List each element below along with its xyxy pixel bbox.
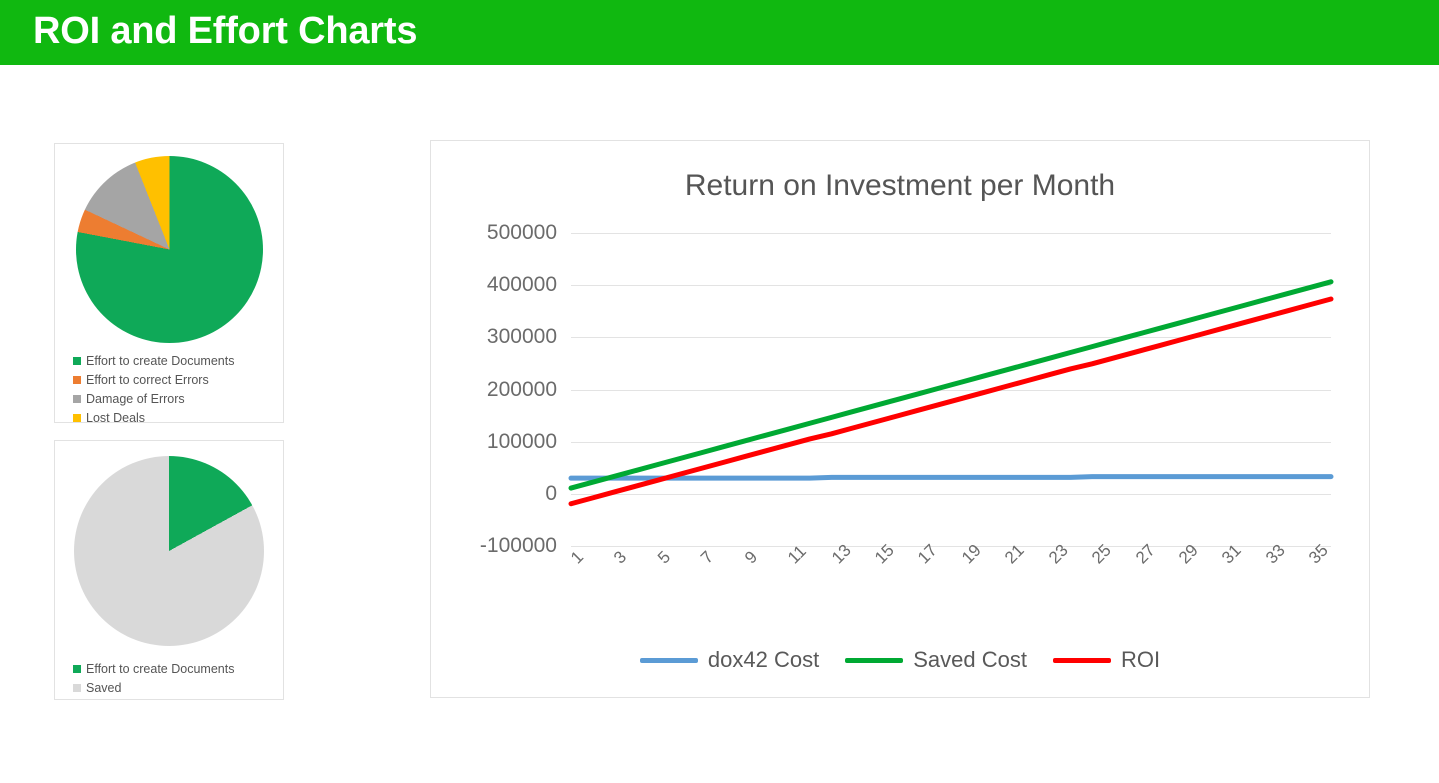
legend-item-saved-cost: Saved Cost [845, 647, 1027, 673]
y-axis-tick-label: 300000 [486, 325, 557, 349]
page-header-bar: ROI and Effort Charts [0, 0, 1439, 65]
page-title: ROI and Effort Charts [33, 10, 418, 52]
roi-line-chart-panel: Return on Investment per Month 500000 400… [430, 140, 1370, 698]
pie-chart-container-two [55, 456, 283, 646]
legend-item: Effort to correct Errors [73, 370, 275, 389]
gridline [571, 546, 1331, 547]
legend-item-roi: ROI [1052, 647, 1161, 673]
y-axis-tick-label: -100000 [479, 534, 557, 557]
savings-pie-chart [74, 456, 264, 646]
legend-item-label: Effort to create Documents [86, 353, 235, 368]
legend-item-label: dox42 Cost [707, 647, 820, 672]
legend-swatch-icon [73, 683, 81, 692]
savings-pie-panel: Effort to create Documents Saved [54, 440, 284, 700]
pie-chart-container-one [55, 156, 283, 343]
chart-legend: dox42 Cost Saved Cost ROI [431, 647, 1369, 673]
legend-swatch-icon [73, 664, 81, 673]
legend-item: Saved [73, 678, 275, 697]
y-axis-tick-label: 200000 [486, 377, 557, 401]
x-axis-tick-label: 5 [653, 547, 674, 568]
legend-line-icon [1052, 657, 1111, 663]
legend-swatch-icon [73, 356, 81, 365]
y-axis-tick-label: 500000 [486, 221, 557, 244]
series-line-saved-cost [568, 279, 1334, 491]
x-axis-tick-label: 1 [567, 547, 588, 568]
legend-item: Effort to create Documents [73, 351, 275, 370]
legend-item-label: Effort to correct Errors [86, 372, 209, 387]
chart-title: Return on Investment per Month [684, 169, 1116, 202]
legend-item: Effort to create Documents [73, 659, 275, 678]
legend-item-label: Effort to create Documents [86, 661, 235, 676]
chart-series-lines [568, 279, 1334, 507]
series-line-dox42-cost [568, 474, 1334, 481]
series-line-roi [568, 296, 1334, 507]
pie-two-legend: Effort to create Documents Saved [73, 659, 275, 697]
legend-swatch-icon [73, 413, 81, 422]
x-axis-tick-label: 9 [740, 547, 761, 568]
effort-breakdown-pie-panel: Effort to create Documents Effort to cor… [54, 143, 284, 425]
x-axis-tick-label: 7 [697, 547, 718, 568]
x-axis-tick-label: 3 [610, 547, 631, 568]
legend-swatch-icon [73, 394, 81, 403]
legend-item-label: Lost Deals [86, 410, 146, 425]
chart-plot-area: 500000 400000 300000 200000 100000 0 -100000 1… [480, 221, 1334, 567]
legend-item: Damage of Errors [73, 389, 275, 408]
legend-item-label: Saved Cost [913, 647, 1027, 672]
legend-item-label: ROI [1120, 647, 1161, 672]
legend-item: Lost Deals [73, 408, 275, 427]
pie-one-legend: Effort to create Documents Effort to cor… [73, 351, 275, 427]
y-axis-tick-label: 400000 [486, 273, 557, 297]
legend-line-icon [639, 657, 698, 663]
y-axis-tick-label: 100000 [486, 429, 557, 453]
legend-line-icon [845, 657, 904, 663]
y-axis-tick-label: 0 [545, 481, 557, 505]
legend-item-dox42-cost: dox42 Cost [639, 647, 820, 673]
legend-item-label: Saved [86, 680, 122, 695]
effort-breakdown-pie-chart [75, 156, 263, 343]
legend-swatch-icon [73, 375, 81, 384]
legend-item-label: Damage of Errors [86, 391, 185, 406]
